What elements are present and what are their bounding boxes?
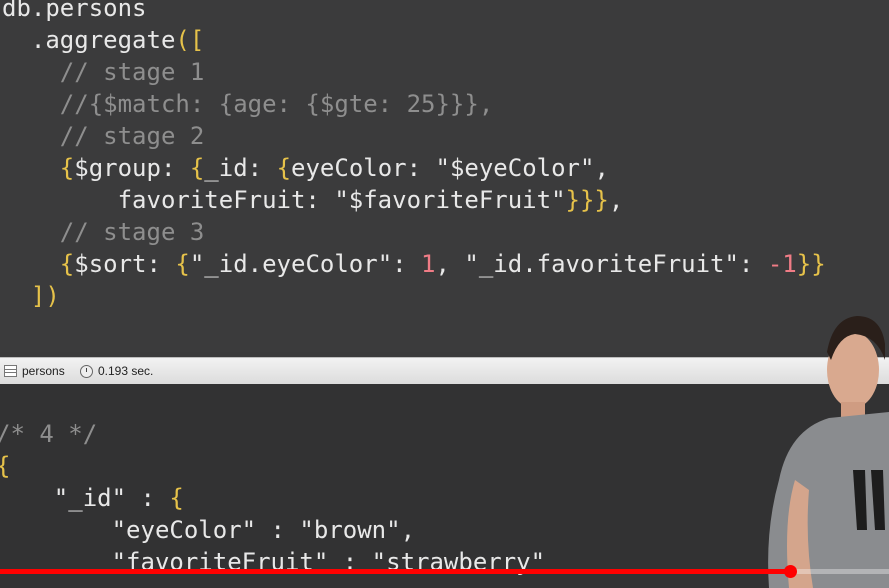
code-token: // stage 2 xyxy=(2,122,205,150)
collection-indicator: persons xyxy=(4,364,65,378)
editor-line: ]) xyxy=(2,280,826,312)
results-json: /* 4 */ { "_id" : { "eyeColor" : "brown",… xyxy=(0,418,545,578)
code-token: _id xyxy=(204,154,248,182)
editor-line: //{$match: {age: {$gte: 25}}}, xyxy=(2,88,826,120)
editor-line: // stage 3 xyxy=(2,216,826,248)
collection-name: persons xyxy=(22,364,65,378)
presenter-video-overlay xyxy=(768,316,889,588)
code-token: { xyxy=(175,250,190,278)
code-token: { xyxy=(0,452,10,480)
code-token: // stage 1 xyxy=(2,58,205,86)
code-token: /* 4 */ xyxy=(0,420,98,448)
query-time-indicator: 0.193 sec. xyxy=(80,364,153,378)
editor-line: {$group: {_id: {eyeColor: "$eyeColor", xyxy=(2,152,826,184)
editor-line: // stage 1 xyxy=(2,56,826,88)
code-token: { xyxy=(189,154,205,182)
editor-line: .aggregate([ xyxy=(2,24,826,56)
video-progress-fill xyxy=(0,569,791,574)
video-progress-bar[interactable] xyxy=(0,565,889,578)
code-token: -1 xyxy=(767,250,797,278)
code-token: 1 xyxy=(421,250,436,278)
code-token: { xyxy=(169,484,184,512)
results-line: "_id" : { xyxy=(0,482,545,514)
code-token: "_id" : xyxy=(0,484,170,512)
code-token: eyeColor: "$eyeColor", xyxy=(291,154,609,182)
editor-line: db.persons xyxy=(2,0,826,24)
code-token: { xyxy=(2,250,75,278)
code-token: $group: xyxy=(74,154,190,182)
code-token: // stage 3 xyxy=(2,218,205,246)
code-token: "_id.eyeColor": xyxy=(189,250,422,278)
editor-line: // stage 2 xyxy=(2,120,826,152)
clock-icon xyxy=(80,364,93,378)
results-line: /* 4 */ xyxy=(0,418,545,450)
code-token: .aggregate xyxy=(2,26,176,54)
query-time: 0.193 sec. xyxy=(98,364,154,378)
editor-line: favoriteFruit: "$favoriteFruit"}}}, xyxy=(2,184,826,216)
editor-line: {$sort: {"_id.eyeColor": 1, "_id.favorit… xyxy=(2,248,826,280)
results-line: "eyeColor" : "brown", xyxy=(0,514,545,546)
code-token: "eyeColor" : "brown", xyxy=(0,516,416,544)
code-token: $sort: xyxy=(74,250,176,278)
table-icon xyxy=(4,365,17,377)
code-token: }}} xyxy=(565,186,609,214)
code-token: { xyxy=(2,154,75,182)
code-token: { xyxy=(276,154,292,182)
code-token: , xyxy=(608,186,624,214)
query-code[interactable]: db.persons .aggregate([ // stage 1 //{$m… xyxy=(2,0,826,312)
code-token: ([ xyxy=(175,26,205,54)
code-token: ]) xyxy=(2,282,60,310)
code-token: , "_id.favoriteFruit": xyxy=(435,250,768,278)
code-token: //{$match: {age: {$gte: 25}}}, xyxy=(2,90,494,118)
code-token: : xyxy=(247,154,277,182)
code-token: favoriteFruit: "$favoriteFruit" xyxy=(2,186,566,214)
results-line: { xyxy=(0,450,545,482)
code-token: }} xyxy=(796,250,826,278)
code-token: db.persons xyxy=(2,0,147,22)
